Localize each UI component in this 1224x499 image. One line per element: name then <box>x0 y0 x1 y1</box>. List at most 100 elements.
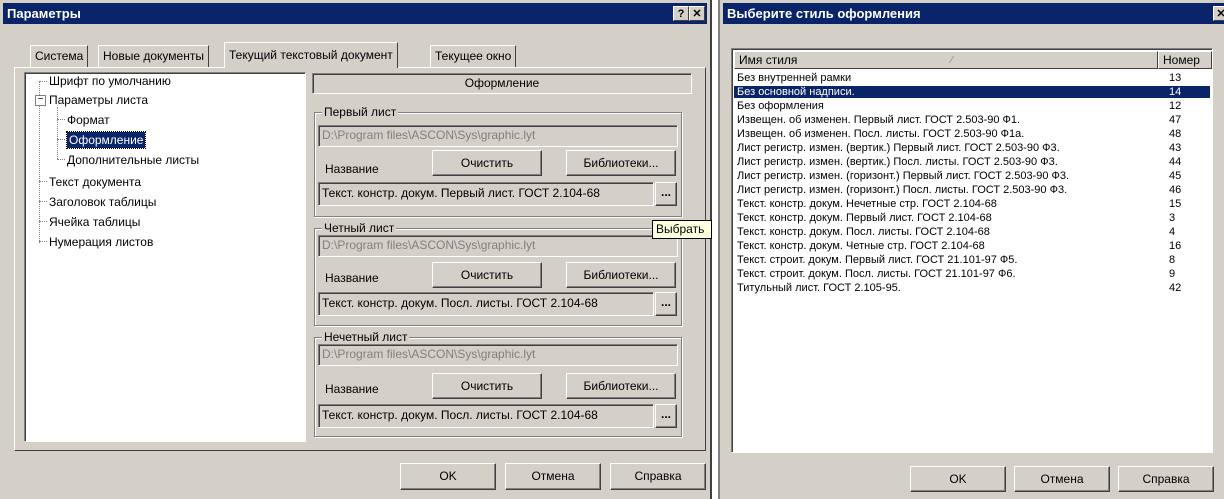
column-header-style-name-label: Имя стиля <box>739 53 798 67</box>
tree-item-format[interactable]: Формат <box>67 112 110 128</box>
style-number: 46 <box>1169 184 1182 196</box>
tree-line <box>39 221 47 222</box>
list-item[interactable]: Текст. строит. докум. Первый лист. ГОСТ … <box>734 254 1210 266</box>
first-sheet-browse-button[interactable]: ... <box>655 182 677 206</box>
odd-sheet-browse-button[interactable]: ... <box>655 404 677 428</box>
style-select-titlebar[interactable]: Выберите стиль оформления ✕ <box>723 3 1224 24</box>
tree-item-document-text[interactable]: Текст документа <box>49 174 141 190</box>
list-item[interactable]: Текст. констр. докум. Первый лист. ГОСТ … <box>734 212 1210 224</box>
style-name: Текст. строит. докум. Первый лист. ГОСТ … <box>737 254 1018 266</box>
style-number: 3 <box>1169 212 1176 224</box>
style-name: Извещен. об изменен. Первый лист. ГОСТ 2… <box>737 114 1021 126</box>
style-number: 48 <box>1169 128 1182 140</box>
list-item-selected[interactable]: Без основной надписи. 14 <box>733 85 1211 99</box>
ok-button[interactable]: OK <box>400 463 496 490</box>
odd-sheet-label: Нечетный лист <box>322 330 410 344</box>
parameters-titlebar[interactable]: Параметры ? ✕ <box>3 3 707 24</box>
even-sheet-clear-button[interactable]: Очистить <box>432 262 542 288</box>
style-number: 42 <box>1169 282 1182 294</box>
browse-tooltip: Выбрать <box>652 220 712 239</box>
first-sheet-label: Первый лист <box>322 105 399 119</box>
tab-system[interactable]: Система <box>30 45 89 67</box>
style-name: Лист регистр. измен. (вертик.) Первый ли… <box>737 142 1060 154</box>
even-sheet-name-label: Название <box>325 271 379 285</box>
cancel-button[interactable]: Отмена <box>1014 466 1110 492</box>
cancel-button[interactable]: Отмена <box>505 463 601 490</box>
settings-tree[interactable]: Шрифт по умолчанию − Параметры листа Фор… <box>24 72 306 442</box>
style-number: 44 <box>1169 156 1182 168</box>
ok-button[interactable]: OK <box>910 466 1006 492</box>
odd-sheet-name-label: Название <box>325 382 379 396</box>
close-icon[interactable]: ✕ <box>1213 6 1224 21</box>
style-name: Извещен. об изменен. Посл. листы. ГОСТ 2… <box>737 128 1025 140</box>
tree-line <box>39 181 47 182</box>
even-sheet-browse-button[interactable]: ... <box>655 292 677 316</box>
style-number: 4 <box>1169 226 1176 238</box>
style-name: Текст. констр. докум. Нечетные стр. ГОСТ… <box>737 198 997 210</box>
list-item[interactable]: Без оформления 12 <box>734 100 1210 112</box>
tree-line <box>39 81 47 82</box>
even-sheet-style-field[interactable]: Текст. констр. докум. Посл. листы. ГОСТ … <box>318 292 654 316</box>
style-number: 9 <box>1169 268 1176 280</box>
even-sheet-libraries-button[interactable]: Библиотеки... <box>566 262 676 288</box>
style-select-title: Выберите стиль оформления <box>727 6 921 21</box>
first-sheet-libraries-button[interactable]: Библиотеки... <box>566 150 676 176</box>
tree-item-table-cell[interactable]: Ячейка таблицы <box>49 214 140 230</box>
list-item[interactable]: Текст. строит. докум. Посл. листы. ГОСТ … <box>734 268 1210 280</box>
style-name: Без основной надписи. <box>737 86 855 98</box>
style-number: 47 <box>1169 114 1182 126</box>
tree-item-sheet-params[interactable]: Параметры листа <box>49 92 148 108</box>
list-item[interactable]: Текст. констр. докум. Четные стр. ГОСТ 2… <box>734 240 1210 252</box>
style-number: 15 <box>1169 198 1182 210</box>
first-sheet-name-label: Название <box>325 162 379 176</box>
style-number: 16 <box>1169 240 1182 252</box>
help-button[interactable]: Справка <box>1118 466 1214 492</box>
style-number: 14 <box>1169 86 1182 98</box>
odd-sheet-clear-button[interactable]: Очистить <box>432 373 542 399</box>
odd-sheet-style-field[interactable]: Текст. констр. докум. Посл. листы. ГОСТ … <box>318 404 654 428</box>
help-title-button[interactable]: ? <box>673 6 689 21</box>
first-sheet-style-field[interactable]: Текст. констр. докум. Первый лист. ГОСТ … <box>318 182 654 206</box>
style-number: 45 <box>1169 170 1182 182</box>
first-sheet-clear-button[interactable]: Очистить <box>432 150 542 176</box>
list-item[interactable]: Титульный лист. ГОСТ 2.105-95. 42 <box>734 282 1210 294</box>
odd-sheet-path-field[interactable]: D:\Program files\ASCON\Sys\graphic.lyt <box>318 344 678 366</box>
style-name: Текст. констр. докум. Четные стр. ГОСТ 2… <box>737 240 985 252</box>
list-item[interactable]: Текст. констр. докум. Посл. листы. ГОСТ … <box>734 226 1210 238</box>
list-item[interactable]: Лист регистр. измен. (вертик.) Посл. лис… <box>734 156 1210 168</box>
style-name: Текст. констр. докум. Первый лист. ГОСТ … <box>737 212 992 224</box>
odd-sheet-libraries-button[interactable]: Библиотеки... <box>566 373 676 399</box>
style-number: 43 <box>1169 142 1182 154</box>
collapse-icon[interactable]: − <box>35 95 46 106</box>
list-item[interactable]: Лист регистр. измен. (вертик.) Первый ли… <box>734 142 1210 154</box>
help-button[interactable]: Справка <box>610 463 706 490</box>
even-sheet-path-field[interactable]: D:\Program files\ASCON\Sys\graphic.lyt <box>318 235 678 257</box>
tree-item-table-header[interactable]: Заголовок таблицы <box>49 194 156 210</box>
column-header-number[interactable]: Номер <box>1158 51 1212 69</box>
style-name: Титульный лист. ГОСТ 2.105-95. <box>737 282 901 294</box>
tree-line <box>57 107 58 159</box>
list-item[interactable]: Извещен. об изменен. Первый лист. ГОСТ 2… <box>734 114 1210 126</box>
close-icon[interactable]: ✕ <box>689 6 705 21</box>
list-item[interactable]: Текст. констр. докум. Нечетные стр. ГОСТ… <box>734 198 1210 210</box>
list-item[interactable]: Лист регистр. измен. (горизонт.) Первый … <box>734 170 1210 182</box>
tree-item-default-font[interactable]: Шрифт по умолчанию <box>49 73 171 89</box>
tab-new-documents[interactable]: Новые документы <box>98 45 209 67</box>
parameters-title: Параметры <box>7 6 81 21</box>
column-header-style-name[interactable]: Имя стиля ⁄ <box>734 51 1158 69</box>
tree-item-sheet-numbering[interactable]: Нумерация листов <box>49 234 153 250</box>
list-item[interactable]: Без внутренней рамки 13 <box>734 72 1210 84</box>
tree-line <box>57 119 65 120</box>
style-number: 8 <box>1169 254 1176 266</box>
style-list[interactable]: Имя стиля ⁄ Номер Без внутренней рамки 13… <box>731 48 1213 453</box>
list-item[interactable]: Извещен. об изменен. Посл. листы. ГОСТ 2… <box>734 128 1210 140</box>
list-item[interactable]: Лист регистр. измен. (горизонт.) Посл. л… <box>734 184 1210 196</box>
tab-current-text-document[interactable]: Текущий текстовый документ <box>224 42 398 68</box>
first-sheet-path-field[interactable]: D:\Program files\ASCON\Sys\graphic.lyt <box>318 125 678 147</box>
tree-line <box>39 241 47 242</box>
tree-item-design[interactable]: Оформление <box>65 131 147 149</box>
style-name: Лист регистр. измен. (горизонт.) Посл. л… <box>737 184 1068 196</box>
tree-item-additional-sheets[interactable]: Дополнительные листы <box>67 152 199 168</box>
tab-current-window[interactable]: Текущее окно <box>430 45 517 67</box>
style-number: 12 <box>1169 100 1182 112</box>
